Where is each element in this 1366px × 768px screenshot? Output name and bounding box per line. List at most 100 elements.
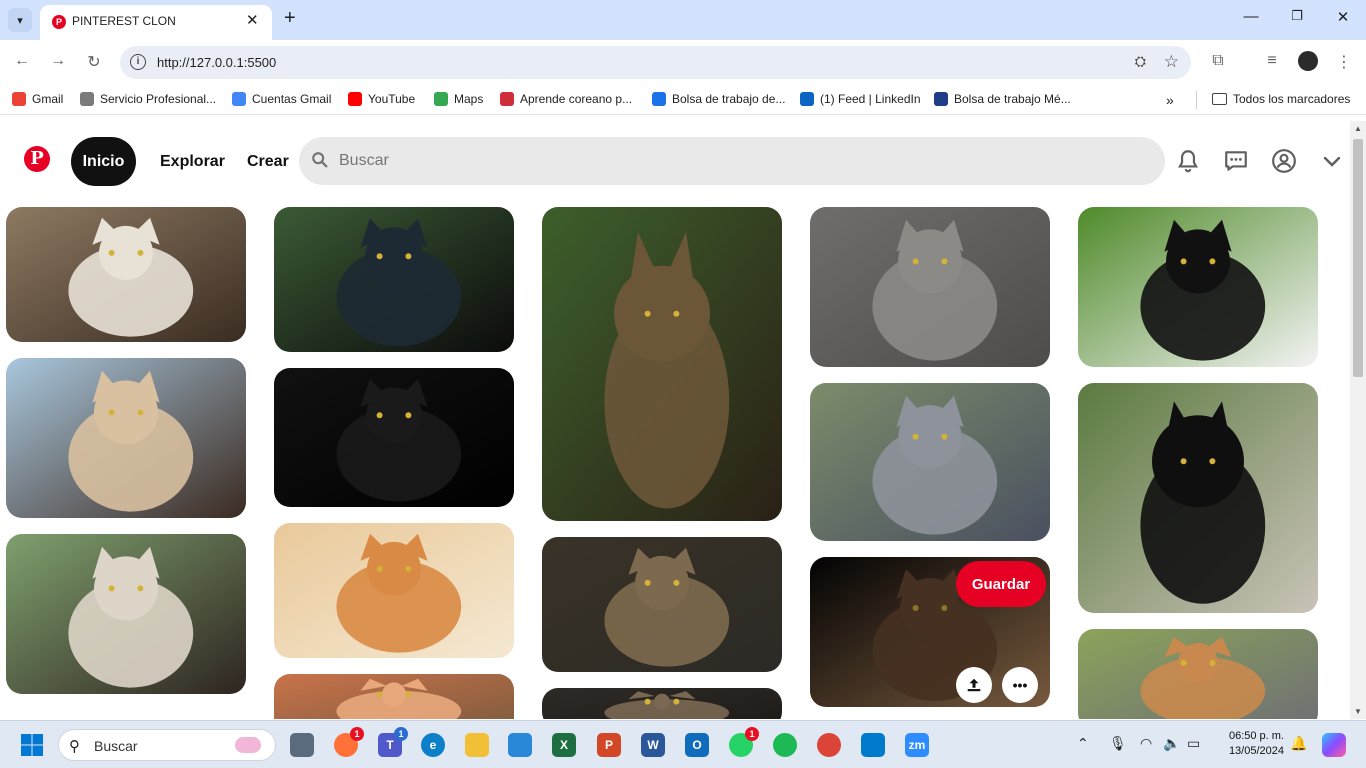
share-upload-icon[interactable]	[956, 667, 992, 703]
task-view-icon[interactable]	[290, 733, 314, 757]
pin-card[interactable]	[542, 688, 782, 719]
translate-icon[interactable]: ⛭	[1135, 53, 1146, 70]
browser-menu-icon[interactable]: ⋮	[1334, 52, 1354, 72]
new-tab-button[interactable]: +	[284, 7, 296, 30]
pinterest-logo[interactable]: P	[24, 146, 50, 172]
pin-card[interactable]	[810, 383, 1050, 541]
bookmark-item[interactable]: Bolsa de trabajo de...	[652, 92, 785, 106]
cat-photo	[542, 207, 782, 521]
taskbar-clock[interactable]: 06:50 p. m. 13/05/2024	[1218, 729, 1284, 759]
chrome-icon[interactable]	[817, 733, 841, 757]
file-explorer-icon[interactable]	[465, 733, 489, 757]
bookmark-item[interactable]: YouTube	[348, 92, 415, 106]
profile-avatar[interactable]	[1298, 51, 1318, 71]
bookmark-label: Cuentas Gmail	[252, 92, 332, 106]
browser-tab[interactable]: P PINTEREST CLON ✕	[40, 5, 272, 40]
volume-icon[interactable]: 🔈	[1163, 735, 1180, 752]
word-icon[interactable]: W	[641, 733, 665, 757]
pin-card[interactable]	[542, 207, 782, 521]
teams-icon[interactable]: T1	[378, 727, 408, 757]
bookmark-item[interactable]: Gmail	[12, 92, 63, 106]
google-icon	[232, 92, 246, 106]
search-bar[interactable]: Buscar	[299, 137, 1165, 185]
cat-photo	[810, 383, 1050, 541]
bookmark-item[interactable]: Maps	[434, 92, 483, 106]
pin-card[interactable]	[810, 207, 1050, 367]
pin-card[interactable]	[6, 534, 246, 694]
more-bookmarks-icon[interactable]: »	[1166, 92, 1174, 108]
notification-badge: 1	[394, 727, 408, 741]
clock-date: 13/05/2024	[1228, 745, 1284, 757]
pin-card[interactable]	[274, 368, 514, 507]
pin-card[interactable]	[1078, 629, 1318, 719]
pin-card[interactable]	[542, 537, 782, 672]
cat-photo	[1078, 383, 1318, 613]
pin-card[interactable]	[6, 358, 246, 518]
nav-explore-button[interactable]: Explorar	[160, 153, 225, 171]
firefox-icon[interactable]: 1	[334, 727, 364, 757]
windows-start-icon[interactable]	[20, 733, 44, 757]
media-control-icon[interactable]: ≡	[1262, 52, 1282, 70]
bell-icon[interactable]	[1175, 148, 1201, 174]
close-tab-icon[interactable]: ✕	[246, 11, 259, 29]
pin-card[interactable]	[274, 523, 514, 658]
bookmark-star-icon[interactable]: ☆	[1164, 52, 1179, 72]
powerpoint-icon[interactable]: P	[597, 733, 621, 757]
save-button[interactable]: Guardar	[956, 561, 1046, 607]
notification-bell-icon[interactable]: 🔔	[1290, 735, 1307, 752]
bookmark-item[interactable]: Bolsa de trabajo Mé...	[934, 92, 1071, 106]
reload-icon[interactable]: ↻	[84, 52, 104, 72]
address-bar[interactable]: i http://127.0.0.1:5500 ⛭ ☆	[120, 46, 1191, 79]
wifi-icon[interactable]: ◠	[1140, 735, 1152, 752]
pin-card[interactable]	[6, 207, 246, 342]
messages-icon[interactable]	[1223, 148, 1249, 174]
scrollbar-thumb[interactable]	[1353, 139, 1363, 377]
spotify-icon[interactable]	[773, 733, 797, 757]
bookmark-item[interactable]: (1) Feed | LinkedIn	[800, 92, 921, 106]
close-window-button[interactable]: ✕	[1331, 8, 1355, 26]
tab-search-button[interactable]: ▾	[8, 8, 32, 32]
zoom-icon[interactable]: zm	[905, 733, 929, 757]
pin-card[interactable]	[274, 674, 514, 719]
nav-create-button[interactable]: Crear	[247, 153, 289, 171]
bookmark-item[interactable]: Aprende coreano p...	[500, 92, 632, 106]
pin-card[interactable]: Guardar •••	[810, 557, 1050, 707]
extensions-icon[interactable]: ⧉	[1208, 52, 1228, 70]
url-text[interactable]: http://127.0.0.1:5500	[157, 55, 276, 70]
search-icon: ⚲	[69, 738, 80, 755]
forward-arrow-icon[interactable]: →	[48, 52, 68, 70]
edge-icon[interactable]: e	[421, 733, 445, 757]
vscode-icon[interactable]	[861, 733, 885, 757]
bookmark-item[interactable]: Cuentas Gmail	[232, 92, 331, 106]
more-options-button[interactable]: •••	[1002, 667, 1038, 703]
copilot-icon[interactable]	[1322, 733, 1346, 757]
ms-store-icon[interactable]	[508, 733, 532, 757]
minimize-button[interactable]: —	[1239, 8, 1263, 25]
site-info-icon[interactable]: i	[130, 54, 146, 70]
microphone-icon[interactable]: 🎙	[1109, 735, 1127, 752]
restore-button[interactable]: ❐	[1285, 8, 1309, 24]
scroll-down-icon[interactable]: ▼	[1354, 707, 1362, 716]
pin-card[interactable]	[274, 207, 514, 352]
cat-photo	[6, 534, 246, 694]
profile-icon[interactable]	[1271, 148, 1297, 174]
show-hidden-icons-icon[interactable]: ⌃	[1077, 735, 1089, 752]
cat-photo	[274, 674, 514, 719]
scroll-up-icon[interactable]: ▲	[1354, 124, 1362, 133]
chevron-down-icon[interactable]	[1320, 148, 1344, 174]
outlook-icon[interactable]: O	[685, 733, 709, 757]
search-placeholder: Buscar	[339, 152, 389, 169]
pin-card[interactable]	[1078, 207, 1318, 367]
taskbar-search-box[interactable]: ⚲ Buscar	[58, 729, 276, 761]
zoom-glyph: zm	[908, 738, 926, 752]
excel-icon[interactable]: X	[552, 733, 576, 757]
back-arrow-icon[interactable]: ←	[12, 52, 32, 70]
all-bookmarks-folder[interactable]: Todos los marcadores	[1212, 92, 1350, 106]
pin-card[interactable]	[1078, 383, 1318, 613]
battery-icon[interactable]: ▭	[1187, 735, 1200, 752]
whatsapp-icon[interactable]: 1	[729, 727, 759, 757]
nav-home-button[interactable]: Inicio	[71, 137, 136, 186]
youtube-icon	[348, 92, 362, 106]
page-scrollbar[interactable]: ▲ ▼	[1350, 121, 1366, 719]
bookmark-item[interactable]: Servicio Profesional...	[80, 92, 216, 106]
